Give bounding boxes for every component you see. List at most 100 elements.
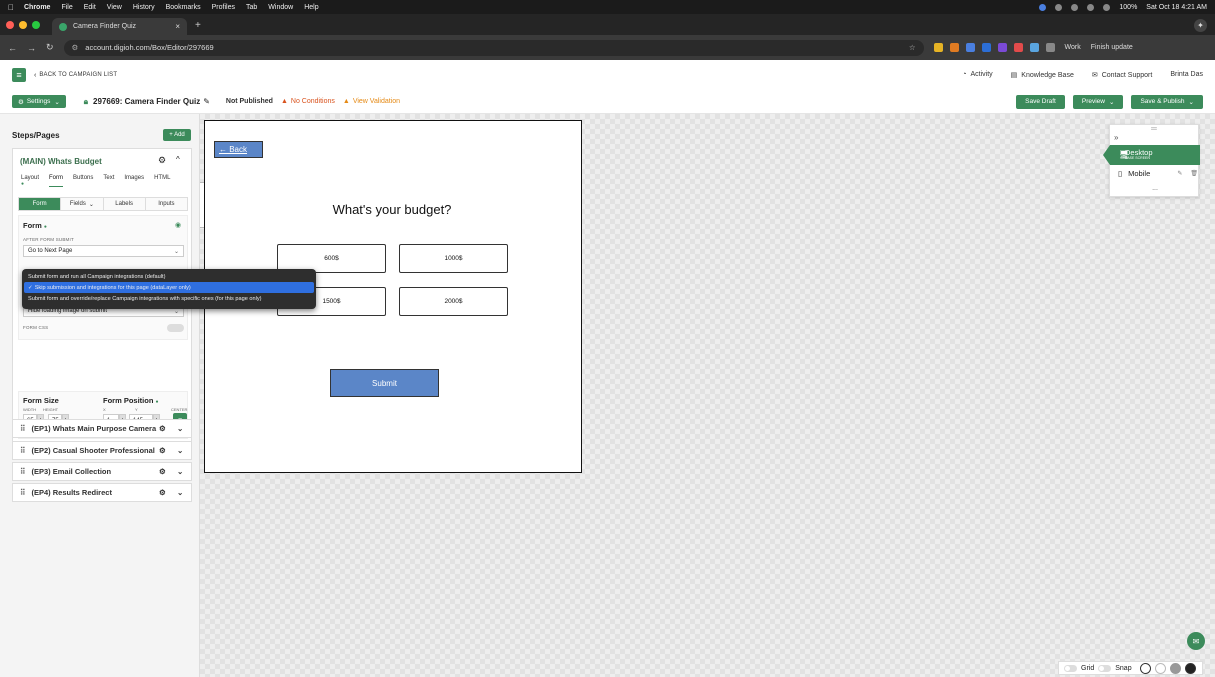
menu-window[interactable]: Window <box>268 4 293 11</box>
chat-icon[interactable]: ✉ <box>1187 632 1205 650</box>
drag-handle-icon[interactable]: ⠿ <box>20 424 26 433</box>
answer-1000[interactable]: 1000$ <box>399 244 508 273</box>
form-css-toggle[interactable] <box>167 324 184 332</box>
new-tab-icon[interactable]: + <box>195 20 201 31</box>
wifi-icon[interactable] <box>1103 3 1111 11</box>
extension-icon[interactable] <box>949 43 959 52</box>
status-icon[interactable] <box>1055 3 1063 11</box>
menu-history[interactable]: History <box>133 4 155 11</box>
after-submit-select[interactable]: Go to Next Page ⌄ <box>23 245 184 257</box>
status-icon[interactable] <box>1087 3 1095 11</box>
answer-2000[interactable]: 2000$ <box>399 287 508 316</box>
maximize-window-icon[interactable] <box>32 20 40 29</box>
tab-html[interactable]: HTML <box>154 175 170 187</box>
back-arrow-icon[interactable]: ← <box>8 43 17 53</box>
finish-update-button[interactable]: Finish update <box>1091 44 1133 51</box>
chevron-up-icon[interactable]: ^ <box>176 155 180 164</box>
chevron-down-icon[interactable]: ⌄ <box>177 467 183 476</box>
menu-help[interactable]: Help <box>304 4 318 11</box>
add-step-button[interactable]: + Add <box>163 129 191 141</box>
minimize-window-icon[interactable] <box>19 20 27 29</box>
gear-icon[interactable]: ⚙ <box>159 467 166 476</box>
question-heading[interactable]: What's your budget? <box>277 202 507 217</box>
save-publish-button[interactable]: Save & Publish ⌄ <box>1131 94 1203 109</box>
edit-icon[interactable]: ✎ <box>1177 170 1182 177</box>
no-conditions-link[interactable]: ▲ No Conditions <box>281 98 335 105</box>
device-desktop[interactable]: 🖥︎ Desktop BASE SCREEN <box>1103 145 1200 165</box>
more-devices[interactable]: ... <box>1110 185 1200 192</box>
profile-work[interactable]: Work <box>1065 44 1081 51</box>
grid-toggle[interactable] <box>1064 664 1077 672</box>
background-gray-swatch[interactable] <box>1169 662 1181 674</box>
extension-icon[interactable] <box>997 43 1007 52</box>
save-draft-button[interactable]: Save Draft <box>1016 94 1065 109</box>
back-to-campaign-list-link[interactable]: BACK TO CAMPAIGN LIST <box>39 72 117 78</box>
gear-icon[interactable]: ⚙ <box>159 424 166 433</box>
background-white-swatch[interactable] <box>1139 662 1151 674</box>
tab-layout[interactable]: Layout ● <box>21 175 39 187</box>
drag-handle-icon[interactable]: ⠿ <box>20 488 26 497</box>
form-tab-inputs[interactable]: Inputs <box>145 198 187 210</box>
extension-icon[interactable] <box>1045 43 1055 52</box>
clock[interactable]: Sat Oct 18 4:21 AM <box>1146 4 1207 11</box>
menu-profiles[interactable]: Profiles <box>212 4 235 11</box>
settings-button[interactable]: ⚙ Settings ⌄ <box>12 95 66 108</box>
trash-icon[interactable]: 🗑︎ <box>1190 170 1198 177</box>
status-icon[interactable] <box>1039 3 1047 11</box>
background-dark-swatch[interactable] <box>1184 662 1196 674</box>
close-tab-icon[interactable]: × <box>175 22 180 31</box>
menu-edit[interactable]: Edit <box>84 4 96 11</box>
menu-bookmarks[interactable]: Bookmarks <box>166 4 201 11</box>
form-tab-fields[interactable]: Fields ⌄ <box>61 198 104 210</box>
form-tab-labels[interactable]: Labels <box>103 198 146 210</box>
menu-file[interactable]: File <box>61 4 72 11</box>
chevron-down-icon[interactable]: ⌄ <box>177 446 183 455</box>
bookmark-star-icon[interactable]: ☆ <box>909 43 916 52</box>
preview-button[interactable]: Preview ⌄ <box>1072 94 1124 109</box>
snap-toggle[interactable] <box>1098 664 1112 672</box>
extension-icon[interactable] <box>933 43 943 52</box>
step-item[interactable]: ⠿ (EP2) Casual Shooter Professional ⚙ ⌄ <box>12 441 192 460</box>
step-item[interactable]: ⠿ (EP3) Email Collection ⚙ ⌄ <box>12 462 192 481</box>
tab-images[interactable]: Images <box>124 175 144 187</box>
drag-handle-icon[interactable]: ⠿ <box>20 446 26 455</box>
background-light-swatch[interactable] <box>1154 662 1166 674</box>
tab-buttons[interactable]: Buttons <box>73 175 93 187</box>
step-item[interactable]: ⠿ (EP1) Whats Main Purpose Camera ⚙ ⌄ <box>12 419 192 438</box>
gear-icon[interactable]: ⚙ <box>159 488 166 497</box>
collapse-icon[interactable]: » <box>1114 133 1118 142</box>
device-mobile[interactable]: ▯ Mobile ✎ 🗑︎ <box>1118 169 1198 178</box>
menu-tab[interactable]: Tab <box>246 4 257 11</box>
drag-handle-icon[interactable]: ⠿ <box>20 467 26 476</box>
menu-view[interactable]: View <box>107 4 122 11</box>
extension-icon[interactable] <box>1013 43 1023 52</box>
menu-icon[interactable]: ≡ <box>12 68 26 82</box>
tab-text[interactable]: Text <box>103 175 114 187</box>
apple-icon[interactable]:  <box>8 3 14 12</box>
extension-icon[interactable] <box>1029 43 1039 52</box>
step-name[interactable]: (MAIN) Whats Budget <box>20 157 102 166</box>
activity-link[interactable]: ◔ Activity <box>962 71 992 79</box>
forward-arrow-icon[interactable]: → <box>27 43 36 53</box>
browser-tab[interactable]: Camera Finder Quiz × <box>52 18 187 35</box>
eye-icon[interactable]: ◉ <box>175 221 181 229</box>
address-bar[interactable]: ⚙ account.digioh.com/Box/Editor/297669 ☆ <box>63 39 924 56</box>
contact-support-link[interactable]: ✉ Contact Support <box>1092 71 1152 79</box>
knowledge-base-link[interactable]: ▤ Knowledge Base <box>1011 71 1074 79</box>
drag-handle-icon[interactable]: ═ <box>1110 125 1198 134</box>
status-icon[interactable] <box>1071 3 1079 11</box>
extension-icon[interactable] <box>981 43 991 52</box>
user-name[interactable]: Brinta Das <box>1170 71 1203 79</box>
close-window-icon[interactable] <box>6 20 14 29</box>
form-tab-form[interactable]: Form <box>19 198 62 210</box>
chevron-down-icon[interactable]: ⌄ <box>177 424 183 433</box>
reload-icon[interactable]: ↻ <box>46 42 54 53</box>
gear-icon[interactable]: ⚙ <box>159 446 166 455</box>
menu-app[interactable]: Chrome <box>24 4 50 11</box>
site-info-icon[interactable]: ⚙ <box>72 43 79 52</box>
step-item[interactable]: ⠿ (EP4) Results Redirect ⚙ ⌄ <box>12 483 192 502</box>
dropdown-option-selected[interactable]: ✓ Skip submission and integrations for th… <box>24 282 314 293</box>
tab-search-icon[interactable]: ✦ <box>1194 19 1207 32</box>
tab-form[interactable]: Form <box>49 175 64 187</box>
back-button[interactable]: ← Back <box>214 141 263 158</box>
